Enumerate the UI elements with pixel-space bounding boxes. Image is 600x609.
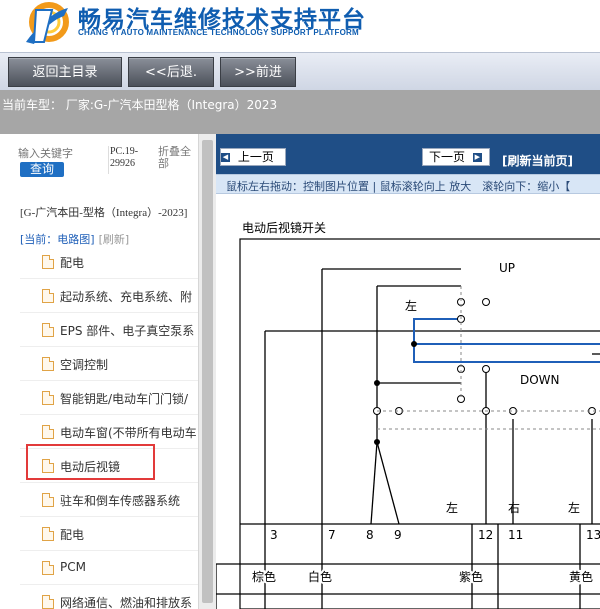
pin-labels: 3 7 8 9 12 11 13 (270, 528, 600, 542)
pin-label: 13 (586, 528, 600, 542)
document-icon (42, 595, 54, 609)
document-icon (42, 289, 54, 303)
diagram-frame (239, 238, 600, 609)
switch-label: 左 (446, 500, 458, 515)
document-icon (42, 357, 54, 371)
diagram-title: 电动后视镜开关 (242, 220, 326, 235)
tree-item[interactable]: 配电 (20, 245, 198, 279)
switch-label: 左 (568, 500, 580, 515)
fold-all-link[interactable]: 折叠全部 (158, 146, 198, 170)
tree-item-label: 配电 (60, 256, 85, 270)
selection-highlight (26, 444, 155, 480)
pin-label: 9 (394, 528, 402, 542)
page-nav-bar: ◀ 上一页 下一页 ▶ [刷新当前页] (216, 134, 600, 174)
document-icon (42, 425, 54, 439)
home-button[interactable]: 返回主目录 (8, 57, 122, 87)
tree-item-label: 配电 (60, 528, 85, 542)
current-vehicle-text: 当前车型： 厂家:G-广汽本田型格（Integra）2023 (2, 98, 278, 112)
tree-item-label: 智能钥匙/电动车门门锁/ (60, 392, 189, 406)
down-label: DOWN (520, 373, 560, 387)
prev-page-button[interactable]: ◀ 上一页 (220, 148, 286, 166)
document-icon (42, 255, 54, 269)
up-label: UP (499, 261, 515, 275)
tree-item[interactable]: 驻车和倒车传感器系统 (20, 483, 198, 517)
pin-label: 11 (508, 528, 523, 542)
document-icon (42, 323, 54, 337)
switch-labels: 左 右 左 (446, 500, 580, 515)
document-tree: 配电 起动系统、充电系统、附 EPS 部件、电子真空泵系 空调控制 智能钥匙/电动车门门… (20, 245, 198, 609)
right-panel: ◀ 上一页 下一页 ▶ [刷新当前页] 鼠标左右拖动：控制图片位置 | 鼠标滚轮… (216, 134, 600, 609)
switch-contacts (373, 298, 596, 415)
tree-item-label: 电动车窗(不带所有电动车 (60, 426, 197, 440)
hint-text: 鼠标左右拖动：控制图片位置 | 鼠标滚轮向上 放大 滚轮向下：缩小【 (226, 180, 571, 193)
current-vehicle-bar: 当前车型： 厂家:G-广汽本田型格（Integra）2023 (0, 90, 600, 134)
left-scrollbar[interactable] (198, 134, 216, 609)
wire-color-label: 紫色 (459, 570, 483, 584)
next-page-label: 下一页 (429, 150, 466, 164)
tree-item-label: 起动系统、充电系统、附 (60, 290, 193, 304)
arrow-left-icon: ◀ (221, 153, 230, 162)
document-icon (42, 561, 54, 575)
tree-item[interactable]: 网络通信、燃油和排放系 (20, 585, 198, 609)
wire-color-labels: 棕色 白色 紫色 绿色 黄色 (250, 567, 595, 609)
pin-label: 7 (328, 528, 336, 542)
left-panel: 查询 PC.19-29926 折叠全部 [G-广汽本田-型格（Integra）-… (0, 134, 198, 609)
app-subtitle: CHANG YI AUTO MAINTENANCE TECHNOLOGY SUP… (78, 28, 359, 37)
tree-item-label: 网络通信、燃油和排放系 (60, 596, 193, 609)
prev-page-label: 上一页 (237, 150, 274, 164)
wiring-diagram[interactable]: 电动后视镜开关 UP DOWN 左 3 7 8 9 12 11 13 左 右 左… (216, 194, 600, 609)
highlight-wire (413, 318, 600, 363)
query-button[interactable]: 查询 (20, 162, 64, 177)
back-button[interactable]: <<后退. (128, 57, 214, 87)
document-icon (42, 527, 54, 541)
tree-item[interactable]: EPS 部件、电子真空泵系 (20, 313, 198, 347)
forward-button[interactable]: >>前进 (220, 57, 296, 87)
wire-group (216, 268, 600, 609)
pin-label: 3 (270, 528, 278, 542)
refresh-current-page-button[interactable]: [刷新当前页] (502, 152, 573, 169)
tree-item[interactable]: 起动系统、充电系统、附 (20, 279, 198, 313)
switch-label: 右 (508, 500, 520, 515)
hint-bar: 鼠标左右拖动：控制图片位置 | 鼠标滚轮向上 放大 滚轮向下：缩小【 (216, 174, 600, 194)
wire-color-label: 棕色 (252, 569, 276, 584)
logo-icon (26, 2, 69, 44)
scroll-thumb[interactable] (202, 140, 213, 603)
tree-item[interactable]: 空调控制 (20, 347, 198, 381)
pin-label: 12 (478, 528, 493, 542)
pc-code: PC.19-29926 (110, 146, 139, 169)
app-root: 畅易汽车维修技术支持平台 CHANG YI AUTO MAINTENANCE T… (0, 0, 600, 609)
vehicle-short-label: [G-广汽本田-型格（Integra）-2023] (20, 207, 188, 219)
tree-item-label: 驻车和倒车传感器系统 (60, 494, 181, 508)
divider (108, 146, 109, 174)
tree-item-label: PCM (60, 560, 86, 574)
tree-item-label: EPS 部件、电子真空泵系 (60, 324, 195, 338)
keyword-input[interactable] (18, 146, 104, 162)
header: 畅易汽车维修技术支持平台 CHANG YI AUTO MAINTENANCE T… (0, 0, 600, 52)
tree-item[interactable]: 智能钥匙/电动车门门锁/ (20, 381, 198, 415)
document-icon (42, 493, 54, 507)
tree-item[interactable]: PCM (20, 551, 198, 585)
left-direction-label: 左 (405, 298, 417, 313)
arrow-right-icon: ▶ (472, 153, 482, 162)
wire-color-label: 黄色 (569, 570, 593, 584)
tree-item[interactable]: 配电 (20, 517, 198, 551)
document-icon (42, 391, 54, 405)
pin-label: 8 (366, 528, 374, 542)
next-page-button[interactable]: 下一页 ▶ (422, 148, 490, 166)
toolbar: 返回主目录 <<后退. >>前进 (0, 52, 600, 90)
wire-color-label: 白色 (308, 569, 332, 584)
tree-item-label: 空调控制 (60, 358, 109, 372)
